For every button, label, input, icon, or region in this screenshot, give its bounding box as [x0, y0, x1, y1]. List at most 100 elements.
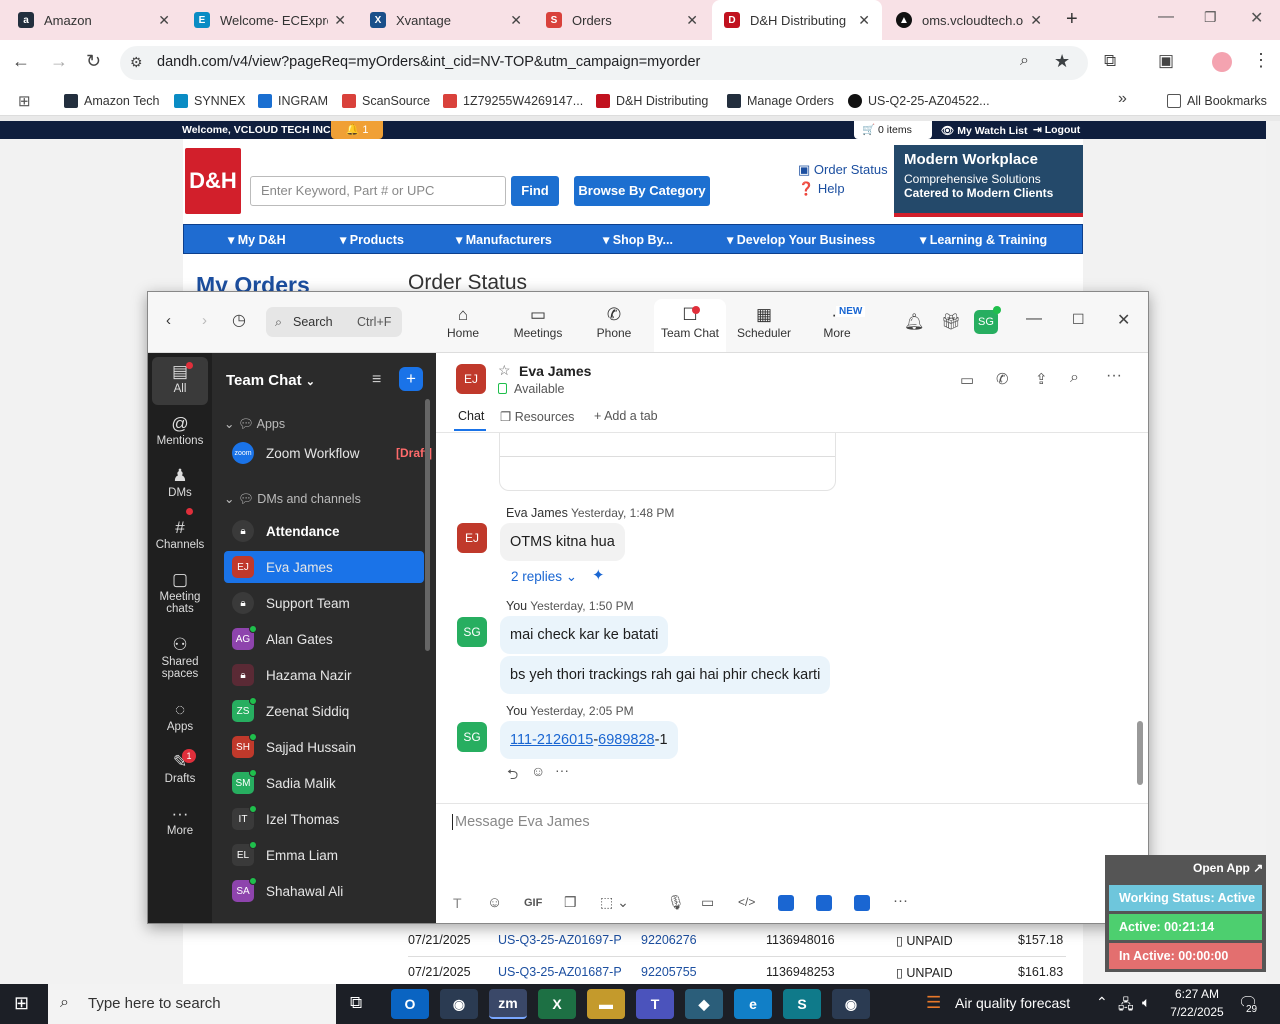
rail-dms[interactable]: ♟ DMs [152, 465, 208, 499]
sidebar-item-alan-gates[interactable]: AG Alan Gates [224, 623, 424, 655]
phone-call-icon[interactable]: ✆ [996, 370, 1009, 388]
table-row[interactable]: 07/21/2025 US-Q3-25-AZ01697-P 92206276 1… [408, 925, 1066, 957]
tab-oms[interactable]: ▲ oms.vcloudtech.org ✕ [884, 0, 1054, 40]
weather-icon[interactable]: ☰ [926, 993, 941, 1013]
close-tab-icon[interactable]: ✕ [334, 12, 346, 29]
site-info-icon[interactable]: ⚙ [130, 54, 143, 71]
maximize-icon[interactable]: ☐ [1072, 311, 1085, 328]
nav-learning-training[interactable]: ▾ Learning & Training [920, 232, 1047, 247]
section-dms[interactable]: ⌄ 💬︎ DMs and channels [224, 491, 361, 507]
nav-meetings[interactable]: ▭ Meetings [511, 304, 565, 340]
message-input[interactable]: Message Eva James [452, 814, 590, 830]
zoom-search-box[interactable]: ⌕ Search Ctrl+F [266, 307, 402, 337]
tab-ecexpress[interactable]: E Welcome- ECExpre ✕ [182, 0, 358, 40]
help-link[interactable]: ❓ Help [798, 181, 845, 197]
app-icon[interactable] [778, 895, 794, 911]
all-bookmarks[interactable]: All Bookmarks [1167, 91, 1267, 111]
url-text[interactable]: dandh.com/v4/view?pageReq=myOrders&int_c… [157, 54, 700, 70]
file-icon[interactable]: ❒ [564, 894, 577, 911]
sidebar-item-eva-james[interactable]: EJ Eva James [224, 551, 424, 583]
nav-my-dandh[interactable]: ▾ My D&H [228, 232, 286, 247]
bookmark-scansource[interactable]: ScanSource [342, 91, 430, 111]
extensions-icon[interactable]: ⧉ [1104, 51, 1116, 71]
apps-grid-icon[interactable]: ⊞ [18, 92, 31, 110]
tab-resources[interactable]: ❐ Resources [500, 409, 574, 424]
star-icon[interactable]: ☆ [498, 362, 511, 379]
code-icon[interactable]: </> [738, 895, 755, 909]
weather-text[interactable]: Air quality forecast [955, 995, 1070, 1011]
browser-menu-icon[interactable]: ⋮ [1252, 50, 1270, 71]
network-icon[interactable]: 🖧︎ [1118, 994, 1134, 1018]
close-tab-icon[interactable]: ✕ [686, 12, 698, 29]
task-view-icon[interactable]: ⧉ [350, 993, 362, 1013]
bookmark-amazon-tech[interactable]: Amazon Tech [64, 91, 160, 111]
forward-icon[interactable]: → [50, 51, 68, 72]
sidebar-item-hazama-nazir[interactable]: 🔒︎ Hazama Nazir [224, 659, 424, 691]
clock-time[interactable]: 6:27 AM [1172, 987, 1222, 1001]
row-order-link[interactable]: 92205755 [641, 965, 697, 979]
more-options-icon[interactable]: ··· [555, 762, 569, 778]
scrollbar-thumb[interactable] [1137, 721, 1143, 785]
more-bookmarks-icon[interactable]: » [1118, 90, 1127, 108]
video-call-icon[interactable]: ▭ [960, 371, 974, 389]
close-tab-icon[interactable]: ✕ [858, 12, 870, 29]
row-order-link[interactable]: 92206276 [641, 933, 697, 947]
emoji-icon[interactable]: ☺ [531, 763, 545, 779]
open-app-link[interactable]: Open App ↗ [1193, 861, 1263, 875]
file-explorer-icon[interactable]: ▬ [587, 989, 625, 1019]
find-button[interactable]: Find [511, 176, 559, 206]
more-options-icon[interactable]: ··· [893, 892, 908, 909]
site-search-input[interactable]: Enter Keyword, Part # or UPC [250, 176, 506, 206]
rail-apps[interactable]: ◌ Apps [152, 699, 208, 733]
sidebar-item-shahawal-ali[interactable]: SA Shahawal Ali [224, 875, 424, 907]
logout-link[interactable]: ⇥ Logout [1033, 124, 1080, 136]
share-screen-icon[interactable]: ⇪ [1035, 370, 1048, 388]
sidebar-item-izel-thomas[interactable]: IT Izel Thomas [224, 803, 424, 835]
rail-drafts[interactable]: ✎ Drafts [152, 751, 208, 785]
video-message-icon[interactable]: ▭ [701, 894, 714, 911]
bookmark-tracking[interactable]: 1Z79255W4269147... [443, 91, 583, 111]
cart-button[interactable]: 🛒 0 items [854, 121, 932, 139]
sidebar-item-sadia-malik[interactable]: SM Sadia Malik [224, 767, 424, 799]
outlook-icon[interactable]: O [391, 989, 429, 1019]
teams-icon[interactable]: T [636, 989, 674, 1019]
ai-sparkle-icon[interactable]: ✦ [592, 566, 605, 584]
nav-scheduler[interactable]: ▦ Scheduler [734, 304, 794, 340]
message-bubble[interactable]: bs yeh thori trackings rah gai hai phir … [500, 656, 831, 694]
nav-manufacturers[interactable]: ▾ Manufacturers [456, 232, 552, 247]
chrome-icon[interactable]: ◉ [832, 989, 870, 1019]
page-scrollbar[interactable] [1266, 121, 1280, 984]
app-icon[interactable]: ◆ [685, 989, 723, 1019]
close-tab-icon[interactable]: ✕ [510, 12, 522, 29]
gift-icon[interactable]: 🎁︎ [941, 312, 961, 332]
search-icon[interactable]: ⌕ [1070, 369, 1079, 387]
volume-icon[interactable]: 🔈︎ [1142, 994, 1150, 1011]
avatar[interactable]: SG [457, 617, 487, 647]
nav-develop-business[interactable]: ▾ Develop Your Business [727, 232, 875, 247]
close-tab-icon[interactable]: ✕ [1030, 12, 1042, 29]
contact-avatar[interactable]: EJ [456, 364, 486, 394]
phone-link[interactable]: 111-2126015 [510, 732, 593, 748]
minimize-icon[interactable]: — [1026, 310, 1042, 328]
close-icon[interactable]: ✕ [1117, 310, 1130, 330]
message-bubble[interactable]: OTMS kitna hua [500, 523, 625, 561]
table-row[interactable]: 07/21/2025 US-Q3-25-AZ01687-P 92205755 1… [408, 957, 1066, 984]
history-icon[interactable]: ◷ [232, 310, 246, 330]
back-icon[interactable]: ‹ [166, 312, 171, 329]
rail-shared-spaces[interactable]: ⚇ Shared spaces [152, 634, 208, 680]
section-apps[interactable]: ⌄ 💬︎ Apps [224, 416, 285, 432]
sidebar-item-zeenat-siddiq[interactable]: ZS Zeenat Siddiq [224, 695, 424, 727]
browse-category-button[interactable]: Browse By Category [574, 176, 710, 206]
close-tab-icon[interactable]: ✕ [158, 12, 170, 29]
contact-name[interactable]: Eva James [519, 363, 591, 379]
sidebar-item-zoom-workflow[interactable]: zoom Zoom Workflow [Draft] [232, 437, 432, 469]
promo-banner[interactable]: Modern Workplace Comprehensive Solutions… [894, 145, 1083, 217]
message-bubble[interactable]: 111-2126015-6989828-1 [500, 721, 678, 759]
alerts-button[interactable]: 🔔 1 [331, 121, 383, 139]
sidebar-scrollbar[interactable] [425, 399, 430, 651]
row-po-link[interactable]: US-Q3-25-AZ01697-P [498, 933, 622, 947]
profile-avatar[interactable] [1212, 52, 1232, 72]
tab-orders[interactable]: S Orders ✕ [534, 0, 710, 40]
avatar[interactable]: EJ [457, 523, 487, 553]
windows-start-icon[interactable]: ⊞ [14, 993, 29, 1014]
